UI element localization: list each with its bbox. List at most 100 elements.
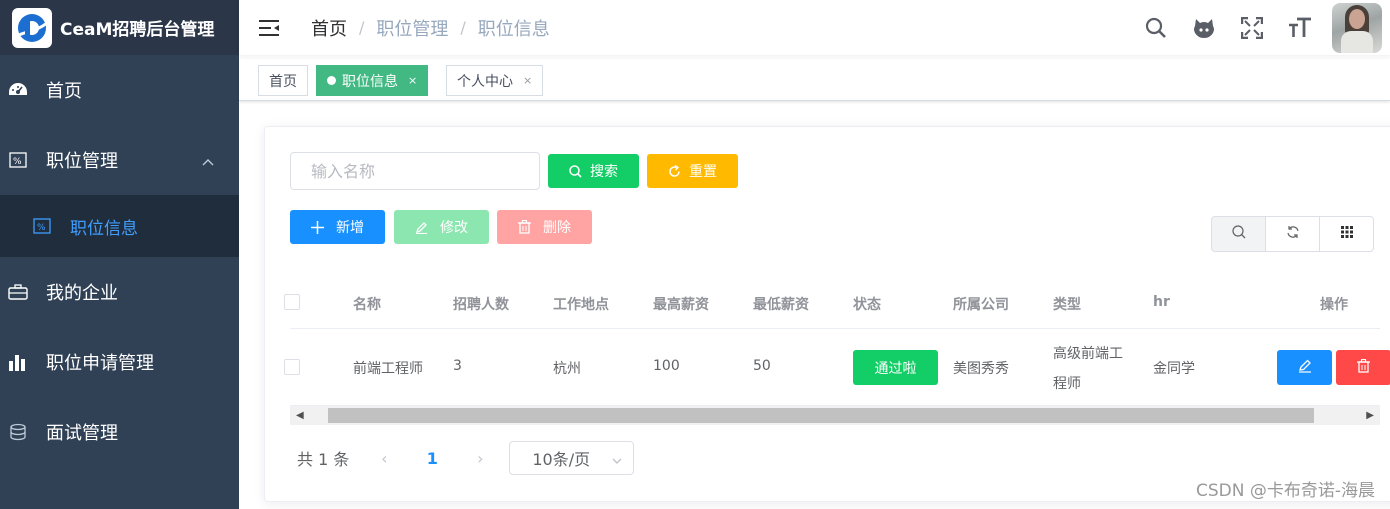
column-header[interactable]: 最低薪资 [753,294,809,314]
logo[interactable]: CeaM招聘后台管理 [0,0,239,55]
cell-type-line2: 程师 [1053,376,1081,392]
watermark: CSDN @卡布奇诺-海晨 [1195,481,1375,501]
close-icon[interactable]: × [523,74,532,87]
trash-icon [1357,358,1370,377]
reset-button[interactable]: 重置 [647,154,738,188]
scroll-left-icon[interactable]: ◀ [296,410,304,421]
tag-job-info[interactable]: 职位信息 × [316,65,429,96]
tag-label: 职位信息 [342,73,398,90]
tag-label: 首页 [269,73,297,90]
row-edit-button[interactable] [1277,350,1332,385]
search-button[interactable]: 搜索 [548,154,639,188]
search-icon [1231,225,1246,243]
cell-max-salary: 100 [653,358,680,374]
grid-icon [1340,226,1353,242]
chevron-down-icon [611,452,623,471]
tag-label: 个人中心 [457,73,513,90]
column-header[interactable]: 招聘人数 [453,294,509,314]
svg-text:%: % [37,223,46,233]
sidebar-item-job-info[interactable]: % 职位信息 [0,195,239,257]
scrollbar-thumb[interactable] [328,408,1314,423]
app-title: CeaM招聘后台管理 [60,20,215,40]
edit-button[interactable]: 修改 [394,210,489,244]
table-header: 名称 招聘人数 工作地点 最高薪资 最低薪资 状态 所属公司 类型 hr 操作 [284,277,1380,329]
toggle-search-button[interactable] [1211,216,1266,252]
breadcrumb-job-management[interactable]: 职位管理 [376,15,448,41]
edit-icon [415,221,428,234]
page-number[interactable]: 1 [399,449,465,468]
database-icon [8,422,28,442]
edit-button-label: 修改 [440,220,468,236]
search-icon [569,164,582,178]
cell-min-salary: 50 [753,358,771,374]
sidebar-item-label: 我的企业 [46,283,118,304]
column-header[interactable]: 状态 [853,294,881,314]
columns-button[interactable] [1319,216,1374,252]
sidebar-item-applications[interactable]: 职位申请管理 [0,327,239,397]
avatar[interactable] [1332,2,1382,53]
navbar-right [1132,0,1382,55]
cell-location: 杭州 [553,361,581,377]
scroll-right-icon[interactable]: ▶ [1366,410,1374,421]
hamburger-icon[interactable] [259,19,279,37]
row-checkbox[interactable] [284,359,300,375]
column-header[interactable]: 工作地点 [553,294,609,314]
active-dot-icon [327,76,336,85]
delete-button-label: 删除 [543,220,571,236]
refresh-icon [1286,225,1300,243]
sidebar-item-label: 职位管理 [46,151,118,172]
edit-icon [1298,359,1312,377]
status-badge: 通过啦 [853,350,938,385]
tag-profile[interactable]: 个人中心 × [446,65,544,96]
sidebar: CeaM招聘后台管理 首页 % 职位管理 % 职位信息 我的企业 职位申请管理 [0,0,239,509]
breadcrumb-home[interactable]: 首页 [311,15,347,41]
sidebar-item-label: 面试管理 [46,423,118,444]
horizontal-scrollbar[interactable]: ◀ ▶ [290,406,1380,425]
sidebar-item-interviews[interactable]: 面试管理 [0,397,239,467]
pagination-total: 共 1 条 [297,450,350,469]
column-header[interactable]: 名称 [353,294,381,314]
add-button[interactable]: 新增 [290,210,385,244]
search-icon[interactable] [1132,0,1180,55]
breadcrumb-separator: / [359,18,365,37]
column-header[interactable]: 最高薪资 [653,294,709,314]
table-toolbar [1211,216,1374,252]
main-panel: 搜索 重置 新增 修改 删除 名称 招聘人数 工作地点 最高薪资 最低薪资 状态 [264,126,1390,502]
breadcrumb-separator: / [460,18,466,37]
close-icon[interactable]: × [408,74,417,87]
sidebar-item-home[interactable]: 首页 [0,55,239,125]
page-size-select[interactable]: 10条/页 [509,441,635,475]
page-size-value: 10条/页 [532,450,591,469]
reset-button-label: 重置 [689,164,717,180]
search-button-label: 搜索 [590,164,618,180]
font-size-icon[interactable] [1276,0,1324,55]
column-header[interactable]: 操作 [1320,294,1348,314]
sidebar-item-job-management[interactable]: % 职位管理 [0,125,239,195]
svg-text:%: % [13,157,22,167]
trash-icon [518,220,531,234]
chevron-up-icon [201,151,215,172]
search-input[interactable] [290,152,540,190]
tag-home[interactable]: 首页 [258,65,308,96]
github-icon[interactable] [1180,0,1228,55]
column-header[interactable]: 类型 [1053,294,1081,314]
fullscreen-icon[interactable] [1228,0,1276,55]
refresh-button[interactable] [1265,216,1320,252]
tags-view: 首页 职位信息 × 个人中心 × [239,59,1390,101]
cell-company: 美图秀秀 [953,361,1009,377]
sidebar-item-label: 职位申请管理 [46,353,154,374]
sidebar-item-my-company[interactable]: 我的企业 [0,257,239,327]
column-header[interactable]: 所属公司 [953,294,1009,314]
briefcase-icon [8,282,28,302]
row-delete-button[interactable] [1336,350,1390,385]
chevron-left-icon[interactable]: ‹ [369,449,399,468]
select-all-checkbox[interactable] [284,294,300,310]
cell-name: 前端工程师 [353,361,423,377]
add-button-label: 新增 [336,220,364,236]
delete-button[interactable]: 删除 [497,210,592,244]
cell-count: 3 [453,358,462,374]
dashboard-icon [8,80,28,100]
column-header[interactable]: hr [1153,294,1170,310]
pagination: 共 1 条 ‹ 1 › 10条/页 [297,441,635,475]
chevron-right-icon[interactable]: › [465,449,495,468]
